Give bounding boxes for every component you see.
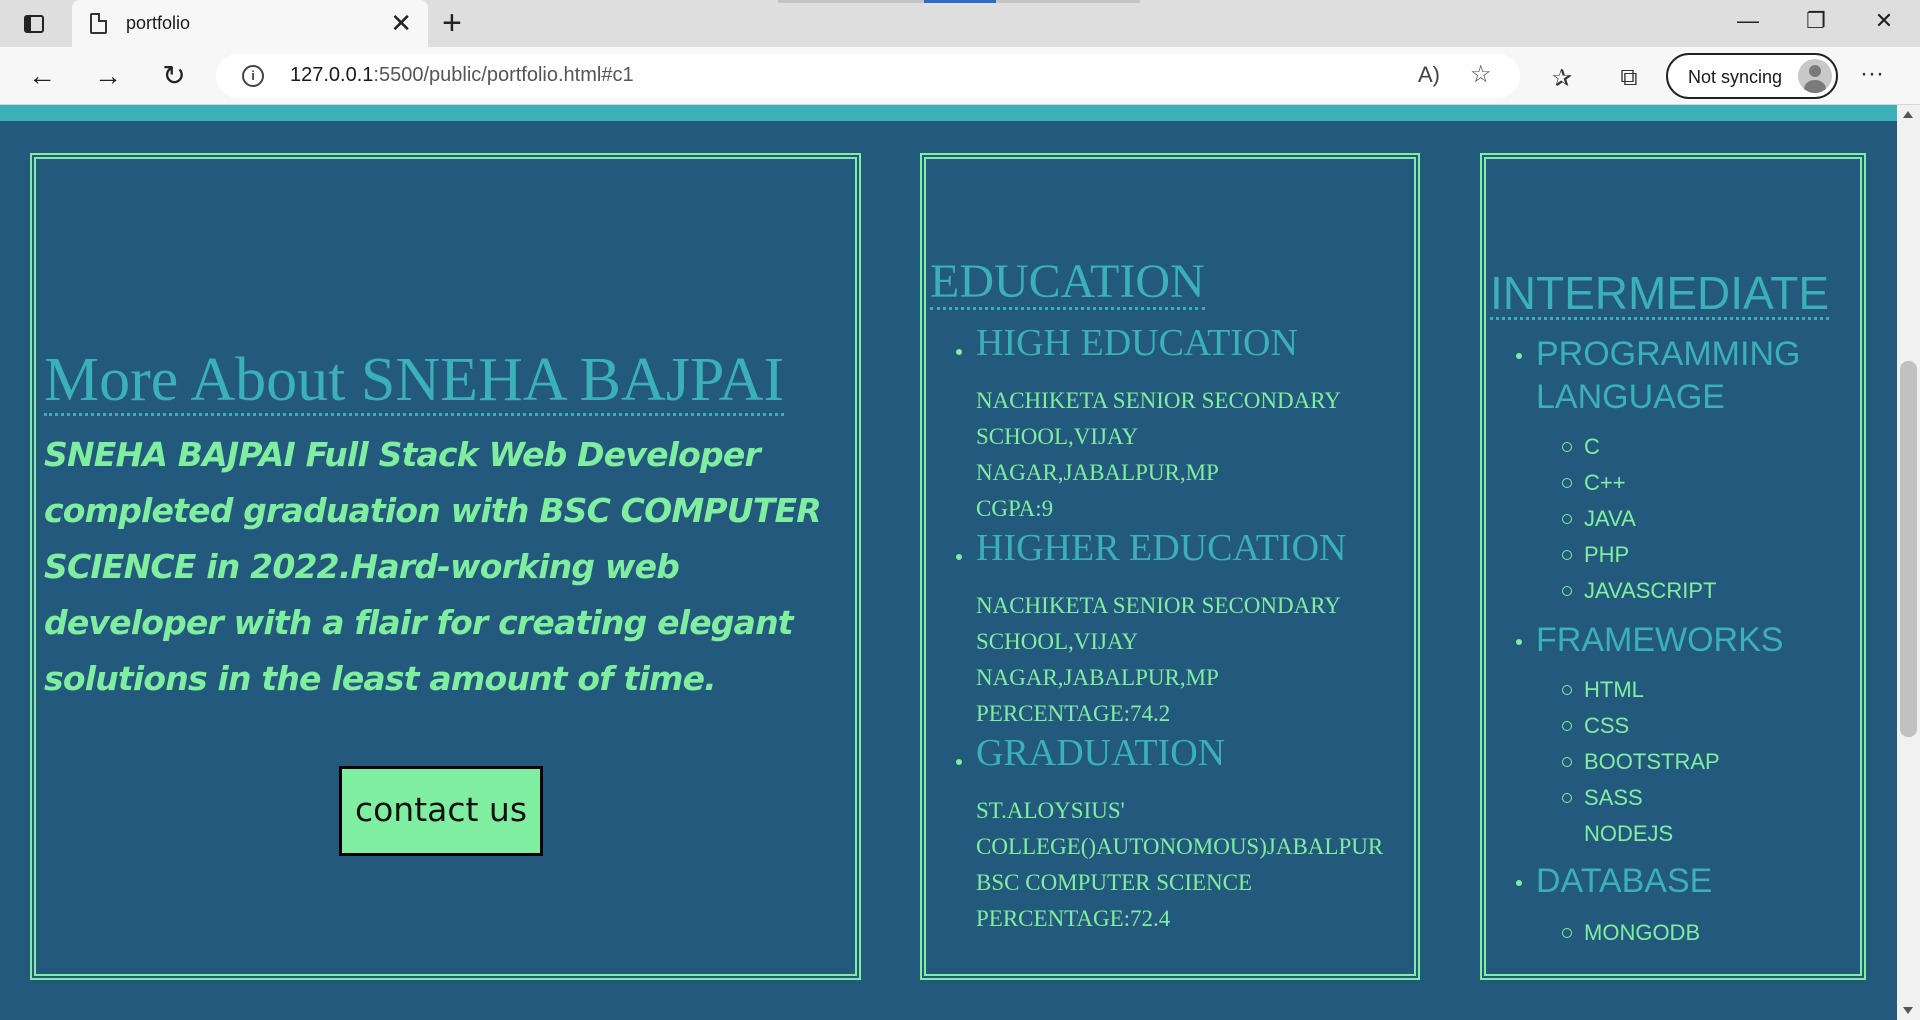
page-icon: [90, 13, 107, 34]
education-item-heading: GRADUATION: [976, 732, 1226, 774]
education-item: HIGHER EDUCATION NACHIKETA SENIOR SECOND…: [976, 528, 1416, 732]
skill-item: HTML: [1584, 677, 1644, 702]
site-info-icon[interactable]: i: [242, 65, 264, 87]
circle-bullet: [1562, 685, 1572, 695]
education-item: GRADUATION ST.ALOYSIUS' COLLEGE()AUTONOM…: [976, 733, 1416, 937]
circle-bullet: [1562, 793, 1572, 803]
skills-title[interactable]: INTERMEDIATE: [1490, 269, 1830, 320]
address-bar: ← → ↻ i 127.0.0.1:5500/public/portfolio.…: [0, 47, 1920, 105]
sync-label: Not syncing: [1688, 67, 1783, 87]
bullet-dot: [1516, 880, 1522, 886]
tab-title: portfolio: [126, 13, 191, 33]
read-aloud-icon[interactable]: A): [1418, 62, 1440, 88]
education-item: HIGH EDUCATION NACHIKETA SENIOR SECONDAR…: [976, 323, 1416, 527]
bullet-dot: [956, 349, 962, 355]
favorites-icon[interactable]: ✰: [1545, 64, 1579, 93]
bullet-dot: [956, 554, 962, 560]
scroll-up-icon[interactable]: [1903, 111, 1913, 118]
circle-bullet: [1562, 478, 1572, 488]
circle-bullet: [1562, 550, 1572, 560]
education-item-detail: NACHIKETA SENIOR SECONDARY SCHOOL,VIJAY …: [976, 388, 1341, 521]
minimize-icon[interactable]: —: [1728, 8, 1768, 34]
contact-us-button[interactable]: contact us: [339, 766, 543, 856]
circle-bullet: [1562, 757, 1572, 767]
skill-item: PHP: [1584, 542, 1630, 567]
skill-category: DATABASE: [1536, 860, 1712, 903]
header-strip: [0, 105, 1897, 121]
bullet-dot: [1516, 639, 1522, 645]
forward-icon[interactable]: →: [88, 57, 128, 95]
skill-category-name: FRAMEWORKS: [1536, 621, 1784, 659]
skill-item: JAVASCRIPT: [1584, 578, 1717, 603]
about-panel: More About SNEHA BAJPAI SNEHA BAJPAI Ful…: [30, 153, 861, 980]
skill-item: BOOTSTRAP: [1584, 749, 1720, 774]
skill-category: PROGRAMMING LANGUAGE: [1536, 333, 1800, 419]
circle-bullet: [1562, 721, 1572, 731]
refresh-icon[interactable]: ↻: [154, 57, 194, 95]
education-panel: EDUCATION HIGH EDUCATION NACHIKETA SENIO…: [920, 153, 1420, 980]
bullet-dot: [1516, 353, 1522, 359]
circle-bullet: [1562, 928, 1572, 938]
close-window-icon[interactable]: ✕: [1864, 8, 1904, 34]
back-icon[interactable]: ←: [22, 57, 62, 95]
education-item-heading: HIGH EDUCATION: [976, 322, 1298, 364]
education-item-detail: ST.ALOYSIUS' COLLEGE()AUTONOMOUS)JABALPU…: [976, 798, 1384, 931]
skill-category-name: PROGRAMMING: [1536, 335, 1801, 373]
url-input[interactable]: i 127.0.0.1:5500/public/portfolio.html#c…: [216, 54, 1520, 98]
skill-item: C++: [1584, 470, 1626, 495]
close-tab-icon[interactable]: ✕: [390, 9, 412, 37]
tab-actions-icon[interactable]: [20, 10, 48, 38]
circle-bullet: [1562, 442, 1572, 452]
skill-item: NODEJS: [1584, 821, 1674, 846]
skill-item: MONGODB: [1584, 920, 1701, 945]
page-scrollbar[interactable]: [1897, 105, 1920, 1020]
education-title[interactable]: EDUCATION: [930, 257, 1205, 310]
skills-panel: INTERMEDIATE PROGRAMMING LANGUAGE C C++ …: [1480, 153, 1866, 980]
about-title[interactable]: More About SNEHA BAJPAI: [44, 347, 785, 416]
tab-portfolio[interactable]: portfolio ✕: [72, 0, 428, 47]
add-favorite-icon[interactable]: ☆: [1470, 60, 1492, 89]
skill-category-name: DATABASE: [1536, 862, 1713, 900]
education-item-detail: NACHIKETA SENIOR SECONDARY SCHOOL,VIJAY …: [976, 593, 1341, 726]
skill-item: JAVA: [1584, 506, 1636, 531]
bullet-dot: [956, 759, 962, 765]
avatar: [1798, 59, 1832, 93]
scroll-thumb[interactable]: [1900, 361, 1917, 737]
new-tab-icon[interactable]: +: [442, 6, 462, 40]
tab-drag-indicator-accent: [924, 0, 996, 3]
circle-bullet: [1562, 586, 1572, 596]
skill-item: SASS: [1584, 785, 1643, 810]
tab-strip: portfolio ✕ + — ❐ ✕: [0, 0, 1920, 47]
about-text: SNEHA BAJPAI Full Stack Web Developer co…: [44, 435, 822, 698]
collections-icon[interactable]: ⧉: [1612, 64, 1646, 92]
scroll-down-icon[interactable]: [1903, 1007, 1913, 1014]
education-item-heading: HIGHER EDUCATION: [976, 527, 1347, 569]
circle-bullet: [1562, 514, 1572, 524]
profile-sync-button[interactable]: Not syncing: [1666, 53, 1838, 99]
skill-item: CSS: [1584, 713, 1630, 738]
skill-category-name: LANGUAGE: [1536, 378, 1725, 416]
more-options-icon[interactable]: ···: [1860, 60, 1884, 88]
skill-item: C: [1584, 434, 1600, 459]
skill-category: FRAMEWORKS: [1536, 619, 1783, 662]
restore-icon[interactable]: ❐: [1796, 8, 1836, 34]
url-text[interactable]: 127.0.0.1:5500/public/portfolio.html#c1: [290, 64, 634, 87]
